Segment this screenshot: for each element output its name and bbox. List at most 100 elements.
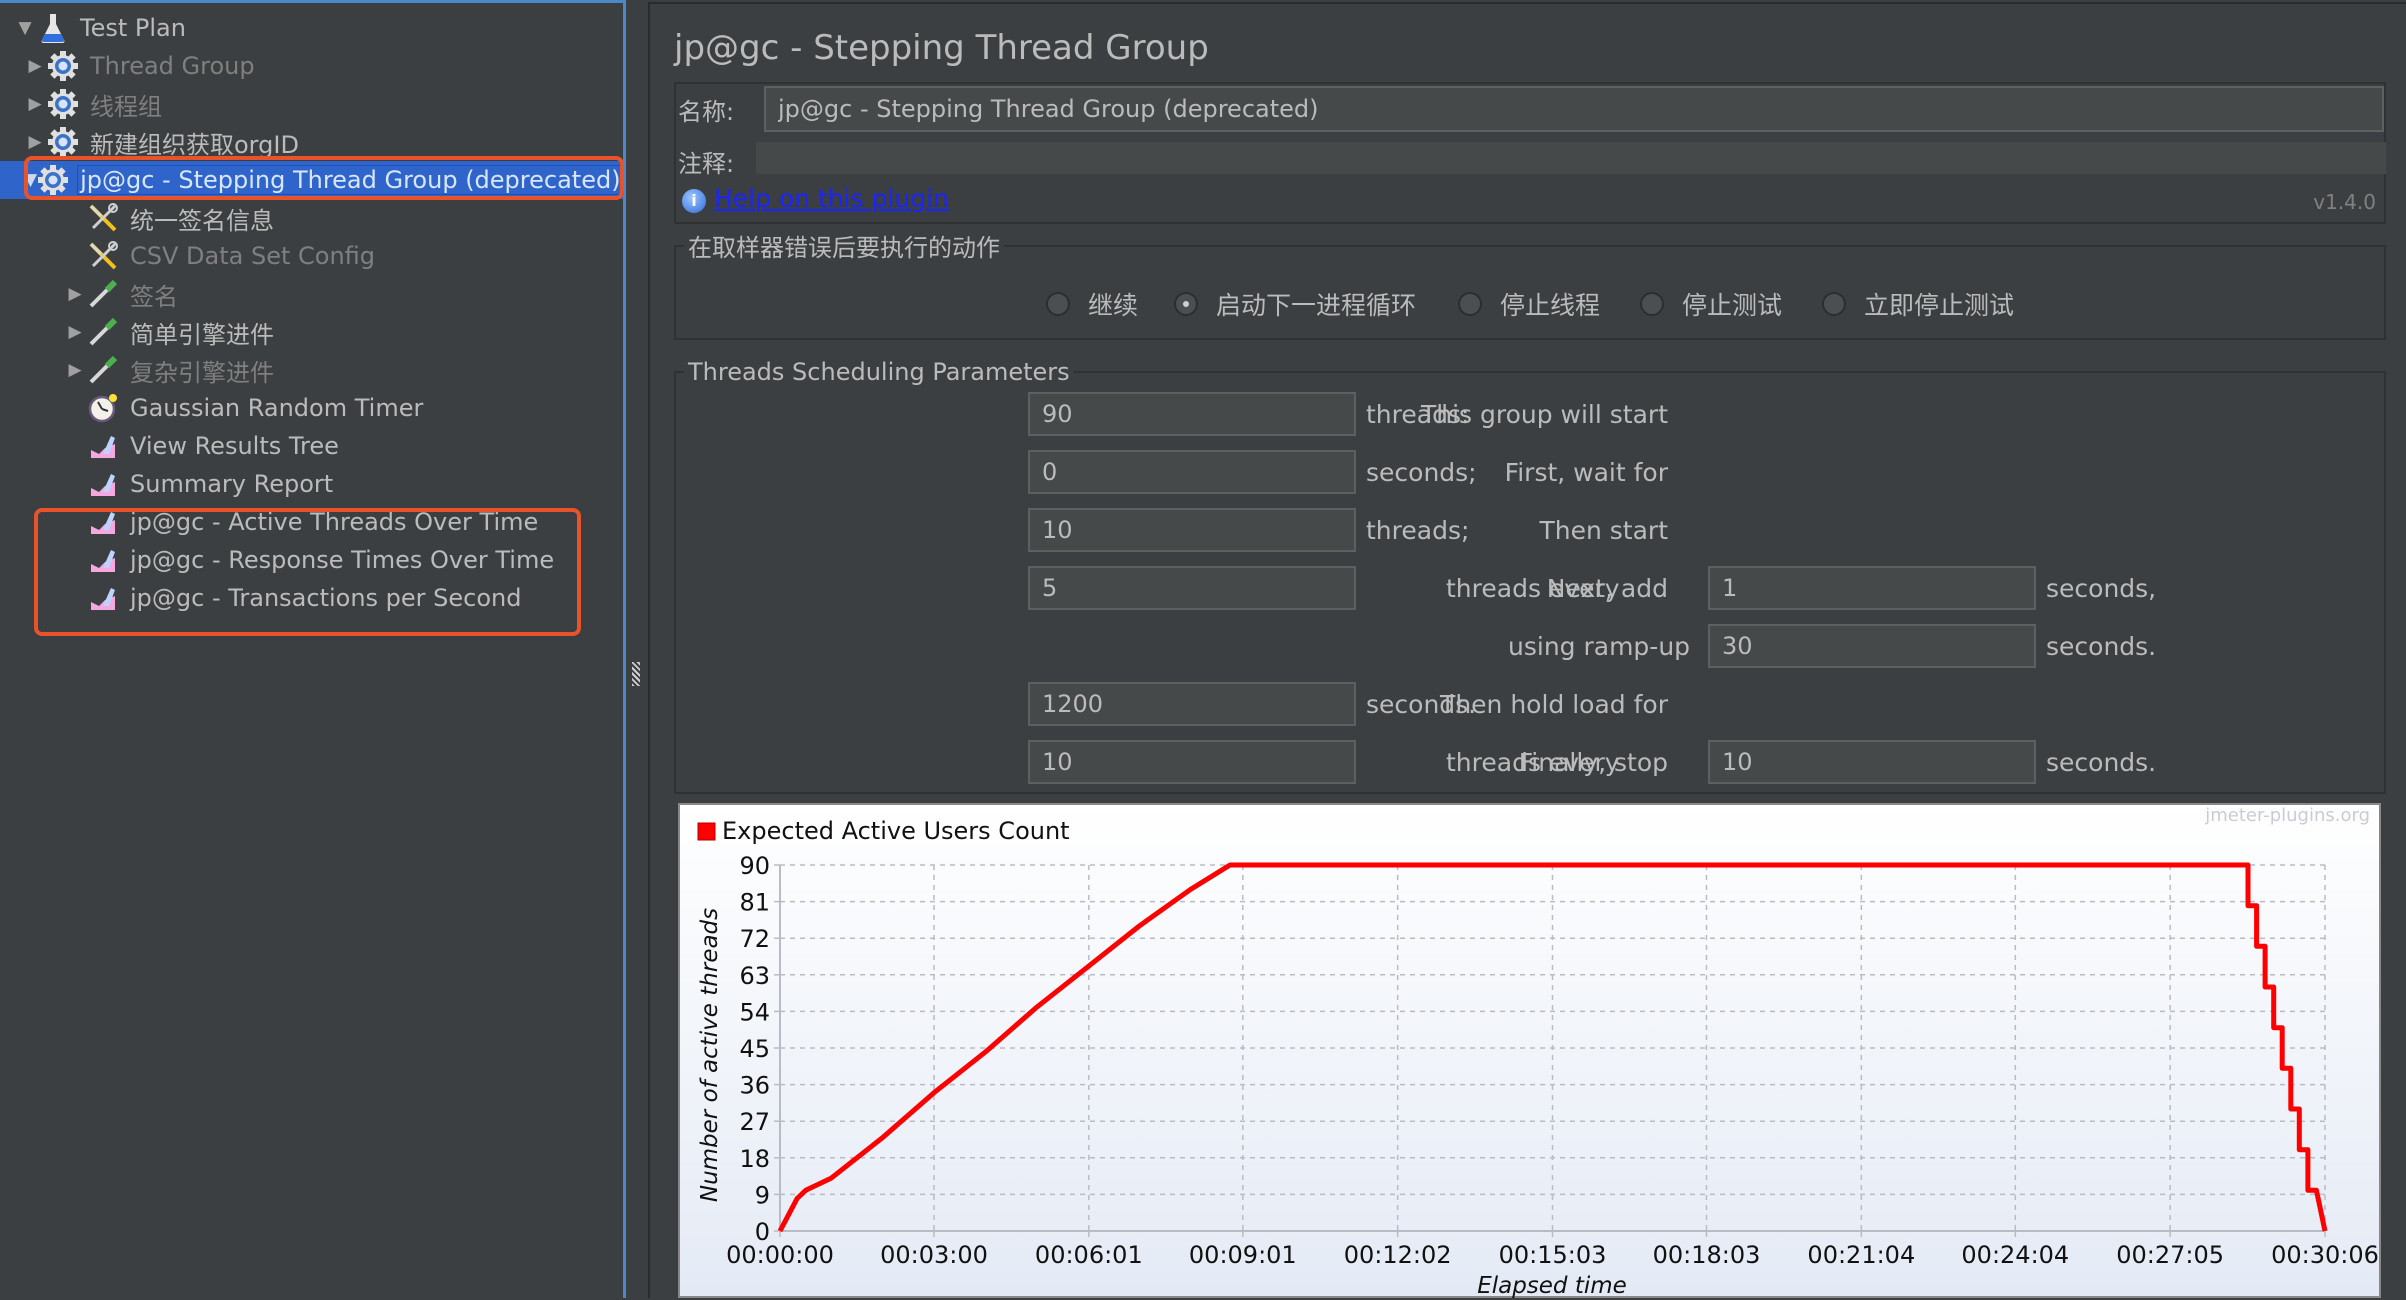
x-tick-label: 00:21:04 [1807,1241,1915,1269]
threads-scheduling-legend: Threads Scheduling Parameters [684,358,1074,386]
expand-arrow-right-icon[interactable]: ▶ [24,132,46,152]
x-tick-label: 00:15:03 [1499,1241,1607,1269]
rampup-input[interactable] [1708,624,2036,668]
x-axis-title: Elapsed time [1477,1273,1627,1299]
name-label: 名称: [678,92,734,127]
tree-item-label: Gaussian Random Timer [128,394,425,422]
initial-delay-label: First, wait for [1505,458,1668,487]
radio-stop-thread[interactable]: 停止线程 [1458,286,1600,322]
initial-delay-input[interactable] [1028,450,1356,494]
start-users-input[interactable] [1028,508,1356,552]
tree-item-label: Thread Group [88,52,257,80]
x-tick-label: 00:03:00 [880,1241,988,1269]
y-tick-label: 18 [739,1145,770,1173]
radio-stop-thread-indicator[interactable] [1458,292,1482,316]
splitter-handle[interactable] [632,662,640,686]
legend-label: Expected Active Users Count [722,817,1070,845]
stop-every-input[interactable] [1708,740,2036,784]
expand-arrow-right-icon[interactable]: ▶ [64,284,86,304]
annotation-highlight-selected [24,156,624,200]
x-tick-label: 00:27:05 [2116,1241,2224,1269]
y-tick-label: 54 [739,998,770,1026]
x-tick-label: 00:06:01 [1035,1241,1143,1269]
x-tick-label: 00:24:04 [1961,1241,2069,1269]
y-tick-label: 90 [739,852,770,880]
expected-active-users-chart: 0918273645546372819000:00:0000:03:0000:0… [678,803,2381,1298]
stop-every-unit: seconds. [2046,748,2156,777]
start-threads-unit: threads: [1366,400,1469,429]
radio-start-next-loop[interactable]: 启动下一进程循环 [1174,286,1416,322]
x-tick-label: 00:09:01 [1189,1241,1297,1269]
add-every-unit: seconds, [2046,574,2156,603]
expand-arrow-down-icon[interactable]: ▼ [14,18,36,38]
tree-item[interactable]: ▶签名 [64,275,180,313]
y-tick-label: 45 [739,1035,770,1063]
radio-continue-indicator[interactable] [1046,292,1070,316]
tree-item[interactable]: ▶线程组 [24,85,164,123]
radio-continue[interactable]: 继续 [1046,286,1138,322]
tree-item[interactable]: ▶ 简单引擎进件 [64,313,276,351]
radio-stop-test-now[interactable]: 立即停止测试 [1822,286,2014,322]
help-link[interactable]: Help on this plugin [714,184,949,213]
tree-item-label: 统一签名信息 [128,201,276,236]
comment-input[interactable] [756,142,2386,174]
tree-item[interactable]: CSV Data Set Config [64,237,377,275]
legend-swatch [698,823,715,840]
tree-item[interactable]: 统一签名信息 [64,199,276,237]
y-axis-title: Number of active threads [697,908,723,1202]
initial-delay-unit: seconds; [1366,458,1477,487]
expand-arrow-right-icon[interactable]: ▶ [24,94,46,114]
radio-start-next-loop-indicator[interactable] [1174,292,1198,316]
radio-stop-test-now-indicator[interactable] [1822,292,1846,316]
tree-item-label: 复杂引擎进件 [128,353,276,388]
rampup-label-text: using ramp-up [1508,632,1690,661]
x-tick-label: 00:18:03 [1653,1241,1761,1269]
x-tick-label: 00:12:02 [1344,1241,1452,1269]
start-threads-input[interactable] [1028,392,1356,436]
hold-input[interactable] [1028,682,1356,726]
tree-item-label: Test Plan [78,14,188,42]
y-tick-label: 63 [739,962,770,990]
chart-canvas: 0918273645546372819000:00:0000:03:0000:0… [680,805,2383,1300]
tree-item[interactable]: ▼ Test Plan [14,9,188,47]
add-users-input[interactable] [1028,566,1356,610]
tree-item[interactable]: Summary Report [64,465,335,503]
sampler-pipette-icon [86,315,120,349]
tree-item-label: Summary Report [128,470,335,498]
sampler-pipette-icon [86,353,120,387]
tree-item[interactable]: Gaussian Random Timer [64,389,425,427]
rampup-unit: seconds. [2046,632,2156,661]
tree-item-label: 新建组织获取orgID [88,125,301,160]
hold-unit: seconds. [1366,690,1476,719]
thread-group-gear-icon [46,49,80,83]
thread-group-gear-icon [46,125,80,159]
tree-item[interactable]: View Results Tree [64,427,341,465]
listener-graph-icon [86,467,120,501]
stop-users-input[interactable] [1028,740,1356,784]
expand-arrow-right-icon[interactable]: ▶ [64,360,86,380]
y-tick-label: 27 [739,1108,770,1136]
tree-item-label: CSV Data Set Config [128,242,377,270]
tree-item[interactable]: ▶ Thread Group [24,47,257,85]
y-tick-label: 72 [739,925,770,953]
radio-stop-test-indicator[interactable] [1640,292,1664,316]
timer-clock-icon [86,391,120,425]
y-tick-label: 9 [755,1181,770,1209]
name-input[interactable] [764,86,2384,132]
listener-graph-icon [86,429,120,463]
config-element-tools-icon [86,201,120,235]
page-title: jp@gc - Stepping Thread Group [674,28,1209,68]
x-tick-label: 00:00:00 [726,1241,834,1269]
info-icon: i [682,189,706,213]
tree-item-label: 简单引擎进件 [128,315,276,350]
tree-item-label: View Results Tree [128,432,341,460]
thread-group-gear-icon [46,87,80,121]
tree-item[interactable]: ▶ 复杂引擎进件 [64,351,276,389]
add-every-input[interactable] [1708,566,2036,610]
sampler-pipette-icon [86,277,120,311]
expand-arrow-right-icon[interactable]: ▶ [24,56,46,76]
radio-stop-test[interactable]: 停止测试 [1640,286,1782,322]
test-plan-flask-icon [36,11,70,45]
chart-watermark: jmeter-plugins.org [2204,805,2370,826]
expand-arrow-right-icon[interactable]: ▶ [64,322,86,342]
